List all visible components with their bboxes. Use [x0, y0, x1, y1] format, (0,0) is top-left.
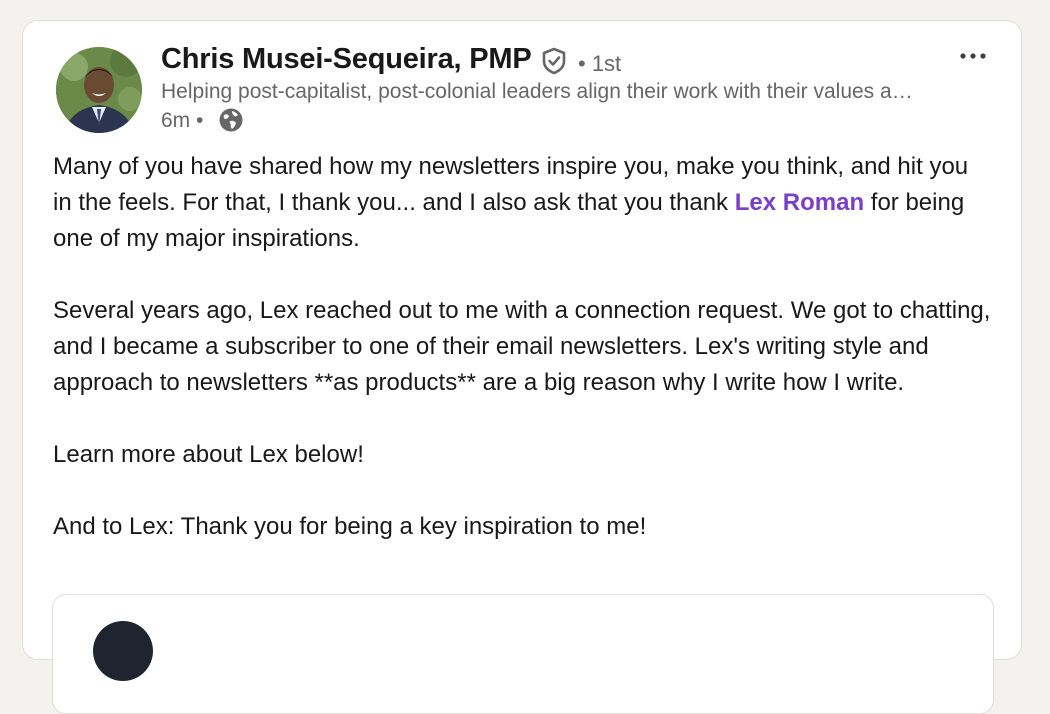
author-headline: Helping post-capitalist, post-colonial l…: [161, 80, 921, 103]
post-body: Many of you have shared how my newslette…: [53, 149, 993, 545]
post-paragraph-3: Learn more about Lex below!: [53, 441, 364, 468]
post-paragraph-1: Many of you have shared how my newslette…: [53, 153, 969, 252]
mention-link[interactable]: Lex Roman: [735, 189, 864, 216]
shared-post-avatar: [93, 621, 153, 681]
post-timestamp: 6m •: [161, 109, 204, 132]
post-card: Chris Musei-Sequeira, PMP • 1st Helping …: [22, 20, 1022, 714]
more-dots-icon[interactable]: [953, 41, 993, 71]
post-paragraph-2: Several years ago, Lex reached out to me…: [53, 297, 991, 396]
connection-degree: • 1st: [578, 51, 622, 76]
verified-shield-icon: [542, 47, 566, 75]
author-avatar[interactable]: [56, 47, 142, 133]
shared-post-card[interactable]: [52, 594, 994, 714]
globe-icon: [219, 108, 243, 132]
post-paragraph-4: And to Lex: Thank you for being a key in…: [53, 513, 647, 540]
author-name[interactable]: Chris Musei-Sequeira, PMP: [161, 43, 532, 76]
